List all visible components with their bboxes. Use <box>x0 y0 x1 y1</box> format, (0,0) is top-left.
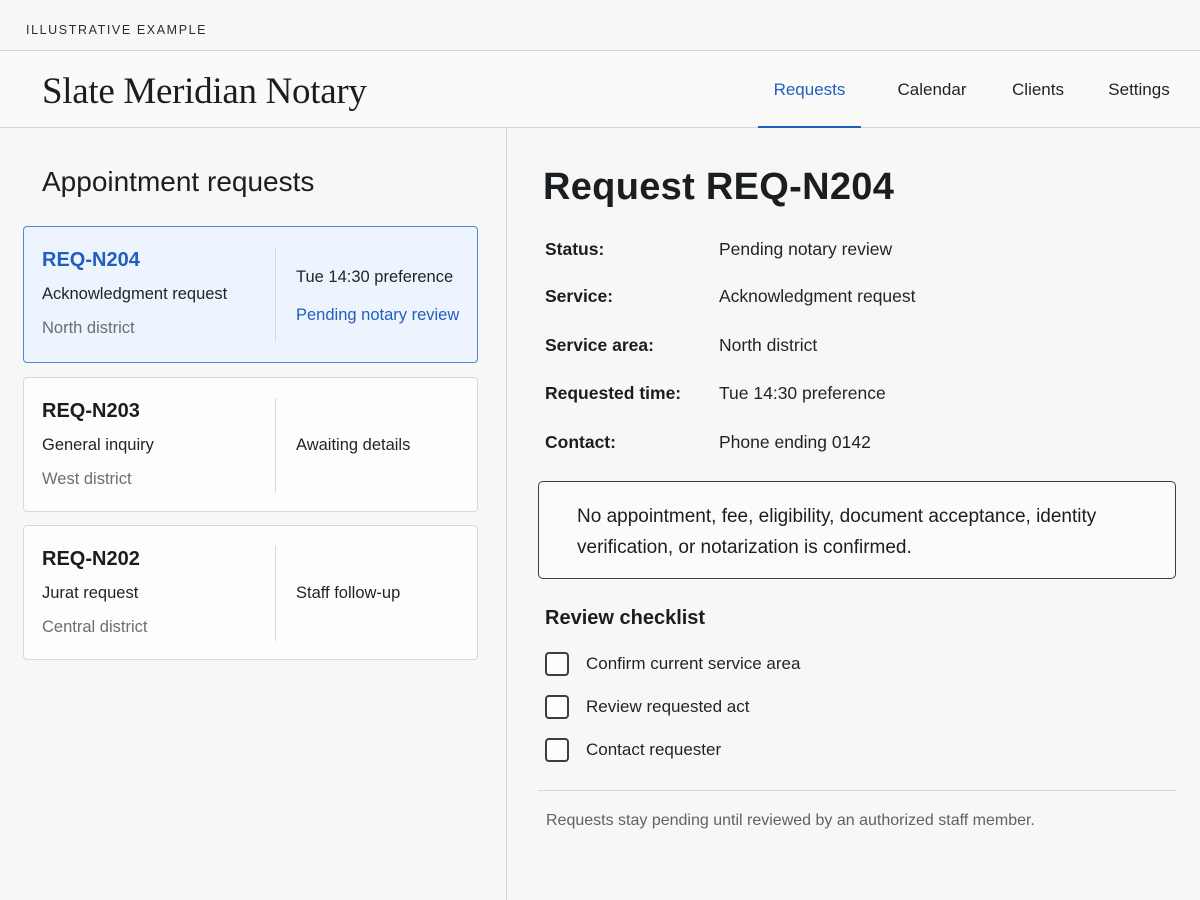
request-id: REQ-N204 <box>42 249 140 271</box>
checkbox[interactable] <box>545 652 569 676</box>
checklist-item-requested-act[interactable]: Review requested act <box>545 694 749 720</box>
requests-panel-title: Appointment requests <box>42 166 315 197</box>
checklist-item-contact-requester[interactable]: Contact requester <box>545 737 721 763</box>
service-value: Acknowledgment request <box>719 286 916 306</box>
request-area: North district <box>42 319 135 337</box>
request-area: West district <box>42 470 132 488</box>
request-card-req-n203[interactable]: REQ-N203 General inquiry West district A… <box>23 377 478 512</box>
checklist-item-service-area[interactable]: Confirm current service area <box>545 651 800 677</box>
request-time: Tue 14:30 preference <box>296 268 454 286</box>
card-divider <box>275 398 276 493</box>
app-header: Slate Meridian Notary Requests Calendar … <box>0 51 1200 129</box>
checklist-item-label: Confirm current service area <box>586 654 801 673</box>
service-area-value: North district <box>719 335 818 355</box>
contact-value: Phone ending 0142 <box>719 432 871 452</box>
requested-time-label: Requested time: <box>545 383 682 403</box>
request-status: Staff follow-up <box>296 584 401 602</box>
contact-label: Contact: <box>545 432 616 452</box>
request-card-req-n204[interactable]: REQ-N204 Acknowledgment request North di… <box>23 226 478 363</box>
checklist-title: Review checklist <box>545 607 706 629</box>
request-id: REQ-N202 <box>42 548 140 570</box>
request-status: Awaiting details <box>296 436 411 454</box>
tab-calendar[interactable]: Calendar <box>886 51 978 128</box>
brand-name: Slate Meridian Notary <box>42 71 367 112</box>
status-value: Pending notary review <box>719 239 893 259</box>
example-banner-label: ILLUSTRATIVE EXAMPLE <box>26 23 208 37</box>
checkbox[interactable] <box>545 695 569 719</box>
footer-note: Requests stay pending until reviewed by … <box>546 812 1035 829</box>
request-area: Central district <box>42 618 148 636</box>
checklist-item-label: Review requested act <box>586 697 750 716</box>
request-service: Acknowledgment request <box>42 285 228 303</box>
checklist-item-label: Contact requester <box>586 740 722 759</box>
tab-settings[interactable]: Settings <box>1098 51 1180 128</box>
detail-title: Request REQ-N204 <box>543 166 895 208</box>
request-card-req-n202[interactable]: REQ-N202 Jurat request Central district … <box>23 525 478 660</box>
status-label: Status: <box>545 239 605 259</box>
tab-clients[interactable]: Clients <box>1000 51 1076 128</box>
request-service: Jurat request <box>42 584 139 602</box>
checkbox[interactable] <box>545 738 569 762</box>
service-label: Service: <box>545 286 614 306</box>
request-id: REQ-N203 <box>42 400 140 422</box>
service-area-label: Service area: <box>545 335 654 355</box>
request-status: Pending notary review <box>296 306 460 324</box>
example-banner: ILLUSTRATIVE EXAMPLE <box>0 0 1200 51</box>
requested-time-value: Tue 14:30 preference <box>719 383 886 403</box>
requests-panel: Appointment requests REQ-N204 Acknowledg… <box>0 128 507 900</box>
card-divider <box>275 546 276 641</box>
confirmation-notice: No appointment, fee, eligibility, docume… <box>538 481 1176 579</box>
request-detail-panel: Request REQ-N204 Status: Pending notary … <box>507 128 1200 900</box>
tab-requests[interactable]: Requests <box>758 51 861 129</box>
footer-divider <box>538 790 1176 791</box>
card-divider <box>275 247 276 342</box>
request-service: General inquiry <box>42 436 154 454</box>
